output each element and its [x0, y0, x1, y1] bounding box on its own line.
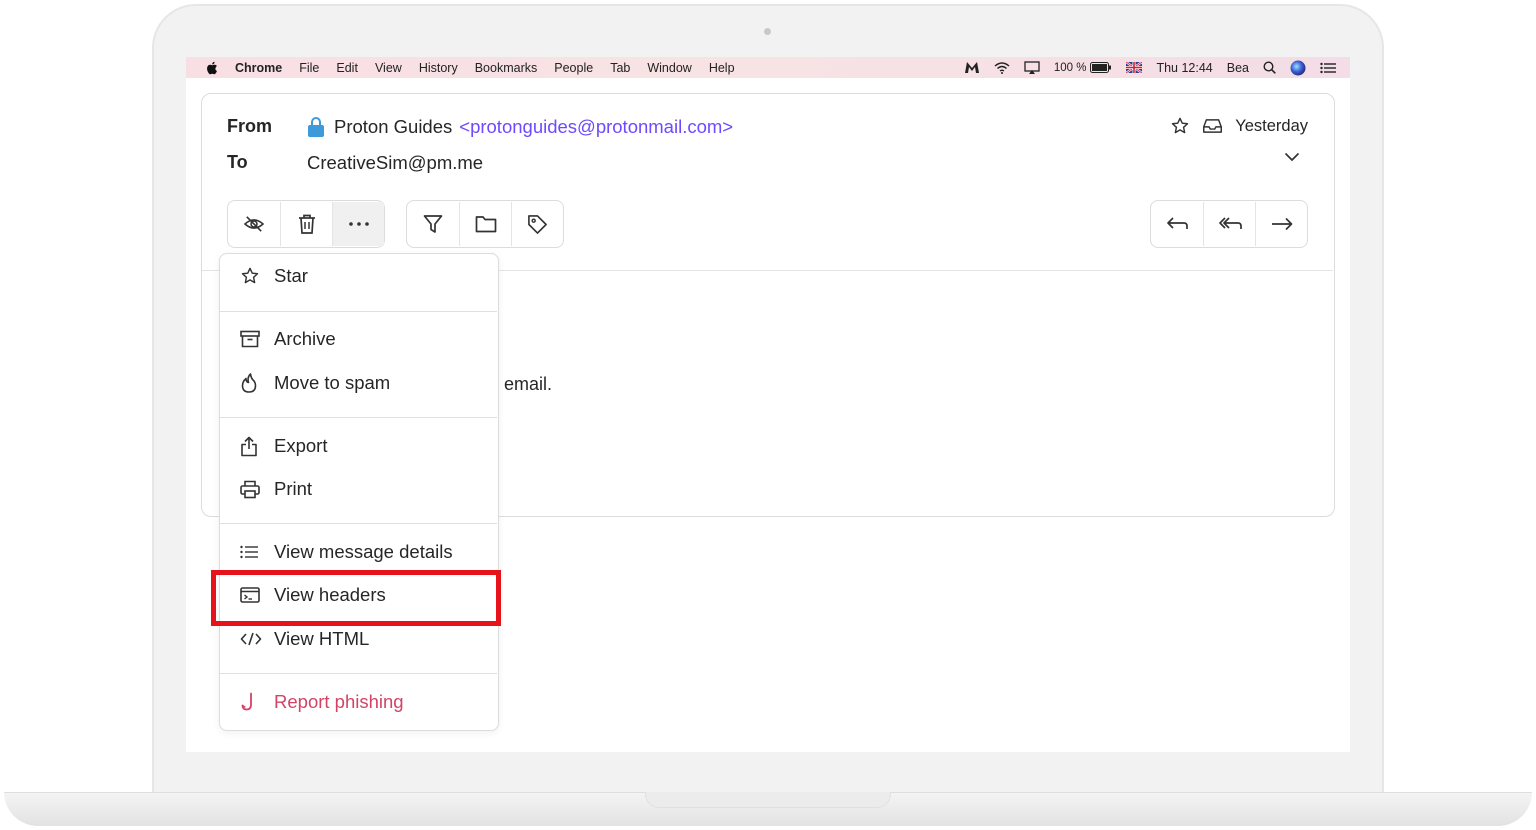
- filter-button[interactable]: [407, 202, 459, 246]
- battery-percent: 100 %: [1053, 61, 1087, 74]
- forward-button[interactable]: [1255, 202, 1307, 246]
- archive-icon: [240, 330, 262, 348]
- chevron-down-icon[interactable]: [1284, 152, 1300, 162]
- menu-window[interactable]: Window: [647, 61, 691, 75]
- clock[interactable]: Thu 12:44: [1156, 61, 1212, 75]
- sender-name[interactable]: Proton Guides: [334, 116, 452, 138]
- filter-icon: [423, 214, 443, 234]
- reply-icon: [1166, 217, 1188, 231]
- star-icon[interactable]: [1170, 116, 1190, 136]
- menu-separator: [220, 673, 497, 674]
- encryption-lock-icon: [307, 117, 325, 137]
- screen: Chrome File Edit View History Bookmarks …: [186, 57, 1350, 752]
- wifi-icon[interactable]: [994, 61, 1010, 74]
- code-icon: [240, 632, 262, 646]
- apple-icon[interactable]: [206, 61, 218, 75]
- export-share-icon: [240, 436, 262, 457]
- menu-item-label: Archive: [274, 328, 336, 349]
- user-name[interactable]: Bea: [1227, 61, 1249, 75]
- menu-item-label: Export: [274, 435, 328, 456]
- more-actions-dropdown: Star Archive Move to spam Export Print V…: [219, 253, 499, 731]
- menu-item-move-to-spam[interactable]: Move to spam: [220, 363, 497, 403]
- menu-item-print[interactable]: Print: [220, 469, 497, 509]
- menu-history[interactable]: History: [419, 61, 458, 75]
- battery-icon[interactable]: [1090, 62, 1112, 73]
- message-body-text: email.: [504, 374, 553, 394]
- reply-all-button[interactable]: [1203, 202, 1255, 246]
- menu-view[interactable]: View: [375, 61, 402, 75]
- menu-people[interactable]: People: [554, 61, 593, 75]
- reply-all-icon: [1218, 217, 1242, 231]
- malwarebytes-icon[interactable]: [964, 61, 980, 74]
- menu-item-export[interactable]: Export: [220, 426, 497, 466]
- flag-uk-icon[interactable]: [1126, 62, 1143, 73]
- menu-item-label: Move to spam: [274, 372, 391, 393]
- menu-item-label: Report phishing: [274, 691, 404, 712]
- status-area: 100 % Thu 12:44 Bea: [964, 57, 1350, 78]
- star-outline-icon: [240, 266, 262, 286]
- reply-button[interactable]: [1151, 202, 1203, 246]
- menu-bookmarks[interactable]: Bookmarks: [475, 61, 538, 75]
- tag-icon: [527, 214, 548, 235]
- more-dots-icon: [348, 222, 369, 226]
- menu-item-archive[interactable]: Archive: [220, 319, 497, 359]
- menu-item-label: Print: [274, 478, 313, 499]
- forward-arrow-icon: [1271, 217, 1293, 231]
- menu-item-view-message-details[interactable]: View message details: [220, 532, 497, 572]
- menu-item-star[interactable]: Star: [220, 256, 497, 296]
- airplay-icon[interactable]: [1024, 61, 1040, 74]
- menu-item-report-phishing[interactable]: Report phishing: [220, 682, 497, 722]
- menu-separator: [220, 417, 497, 418]
- menu-bar: Chrome File Edit View History Bookmarks …: [186, 57, 1350, 78]
- fishing-hook-icon: [240, 692, 262, 712]
- trash-icon: [298, 214, 316, 234]
- list-icon: [240, 545, 262, 559]
- camera-dot: [764, 28, 771, 35]
- message-meta: Yesterday: [1158, 116, 1308, 136]
- mark-unread-button[interactable]: [228, 202, 280, 246]
- menu-item-label: Star: [274, 265, 308, 286]
- menu-file[interactable]: File: [299, 61, 319, 75]
- menu-separator: [220, 311, 497, 312]
- actions-group: [227, 200, 385, 248]
- to-label: To: [227, 152, 248, 172]
- move-to-folder-button[interactable]: [459, 202, 511, 246]
- menu-edit[interactable]: Edit: [336, 61, 358, 75]
- printer-icon: [240, 480, 262, 499]
- menu-tab[interactable]: Tab: [610, 61, 630, 75]
- organize-group: [406, 200, 564, 248]
- inbox-icon[interactable]: [1202, 117, 1223, 135]
- delete-button[interactable]: [280, 202, 332, 246]
- recipient-email[interactable]: CreativeSim@pm.me: [307, 152, 483, 174]
- flame-icon: [240, 373, 262, 393]
- reply-group: [1150, 200, 1308, 248]
- sender-email[interactable]: <protonguides@protonmail.com>: [459, 116, 733, 138]
- highlight-box: [211, 570, 501, 626]
- folder-icon: [475, 215, 497, 233]
- menu-item-label: View HTML: [274, 628, 370, 649]
- siri-icon[interactable]: [1290, 60, 1306, 76]
- more-button[interactable]: [332, 202, 384, 246]
- menu-separator: [220, 523, 497, 524]
- message-date: Yesterday: [1235, 116, 1308, 135]
- label-button[interactable]: [511, 202, 563, 246]
- eye-slash-icon: [243, 215, 265, 233]
- menu-help[interactable]: Help: [709, 61, 735, 75]
- spotlight-search-icon[interactable]: [1263, 61, 1276, 74]
- notification-list-icon[interactable]: [1320, 62, 1336, 74]
- laptop-notch: [645, 792, 891, 808]
- menu-app-chrome[interactable]: Chrome: [235, 61, 282, 75]
- sender[interactable]: Proton Guides <protonguides@protonmail.c…: [307, 116, 733, 138]
- menu-item-label: View message details: [274, 541, 453, 562]
- from-label: From: [227, 116, 272, 136]
